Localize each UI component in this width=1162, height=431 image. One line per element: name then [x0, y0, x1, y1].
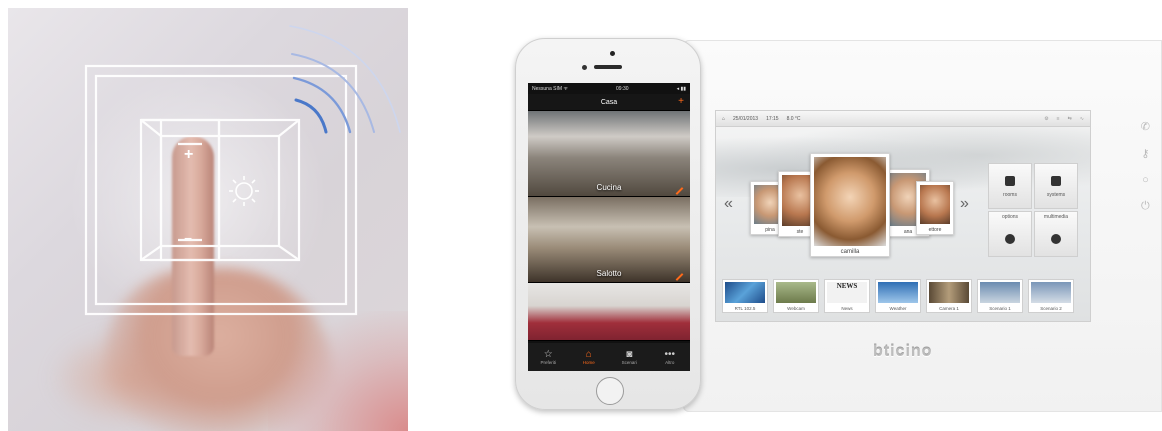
panel-display: ⌂ 25/01/2013 17:15 8.0 °C ⚙ ≡ ⇆ ∿ « » pi… — [715, 110, 1091, 322]
contact-name: camilla — [840, 249, 860, 255]
earpiece — [594, 65, 622, 69]
menu-label: options — [1001, 214, 1019, 220]
tab-label: Altro — [665, 360, 675, 365]
room-label: Cucina — [596, 183, 622, 192]
key-icon[interactable]: ⚷ — [1141, 147, 1149, 160]
thumb-caption: Weather — [889, 306, 907, 311]
home-icon: ⌂ — [585, 349, 592, 360]
multimedia-icon — [1051, 234, 1061, 244]
plus-symbol: + — [184, 146, 194, 163]
thumb-radio[interactable]: RTL 102.5 — [722, 279, 768, 313]
tab-label: Preferiti — [540, 360, 556, 365]
thumb-camera[interactable]: Camera 1 — [926, 279, 972, 313]
battery-icon: ◂ ▮▮ — [676, 85, 686, 92]
thumb-caption: Scenario 2 — [1040, 306, 1062, 311]
thumb-news[interactable]: NEWS News — [824, 279, 870, 313]
carousel-prev-button[interactable]: « — [724, 195, 733, 213]
options-icon — [1005, 234, 1015, 244]
thumb-caption: Scenario 1 — [989, 306, 1011, 311]
clock-text: 09:30 — [616, 85, 629, 92]
contact-card-selected[interactable]: camilla — [810, 153, 890, 257]
contact-photo — [814, 157, 886, 246]
menu-cards: rooms systems options multimedia — [988, 163, 1080, 259]
carrier-text: Nessuna SIM ᯤ — [532, 85, 568, 92]
menu-label: rooms — [1003, 192, 1017, 198]
switch-outline — [84, 25, 401, 316]
home-button[interactable] — [596, 377, 624, 405]
news-image: NEWS — [827, 282, 867, 303]
weather-image — [878, 282, 918, 303]
camera-image — [929, 282, 969, 303]
radio-image — [725, 282, 765, 303]
room-item-kitchen[interactable]: Cucina — [528, 111, 690, 197]
room-item-bedroom[interactable] — [528, 283, 690, 341]
thumb-scenario[interactable]: Scenario 2 — [1028, 279, 1074, 313]
app-screen: Nessuna SIM ᯤ 09:30 ◂ ▮▮ Casa + Cucina S… — [528, 83, 690, 371]
minus-symbol: − — [184, 230, 193, 246]
wireless-signal-icon — [289, 25, 401, 134]
contact-card[interactable]: ettore — [916, 181, 954, 235]
device-side-buttons: ✆ ⚷ ○ ⏻ — [1141, 120, 1150, 213]
more-icon: ••• — [664, 349, 675, 360]
sun-icon — [229, 176, 259, 206]
tab-home[interactable]: ⌂ Home — [573, 349, 605, 365]
time-text: 17:15 — [766, 115, 779, 122]
carousel-next-button[interactable]: » — [960, 195, 969, 213]
link-icon[interactable]: ⇆ — [1068, 116, 1072, 122]
add-button[interactable]: + — [678, 96, 684, 107]
camera-icon: ◙ — [626, 349, 633, 360]
smart-switch-photo: + − — [8, 8, 408, 431]
menu-label: systems — [1046, 192, 1066, 198]
thumb-webcam[interactable]: Webcam — [773, 279, 819, 313]
contact-name: ettore — [928, 227, 942, 233]
temperature-text: 8.0 °C — [786, 115, 801, 122]
thumb-caption: RTL 102.5 — [734, 306, 756, 311]
menu-rooms[interactable]: rooms — [988, 163, 1032, 209]
thumbnail-strip: RTL 102.5 Webcam NEWS News Weather Camer… — [716, 279, 1090, 313]
scenario-image — [1031, 282, 1071, 303]
menu-multimedia[interactable]: multimedia — [1034, 211, 1078, 257]
systems-icon — [1051, 176, 1061, 186]
status-bar: Nessuna SIM ᯤ 09:30 ◂ ▮▮ — [528, 83, 690, 94]
topbar-icons: ⚙ ≡ ⇆ ∿ — [1044, 116, 1084, 122]
home-icon[interactable]: ⌂ — [722, 116, 725, 122]
thumb-caption: Camera 1 — [939, 306, 959, 311]
thumb-caption: News — [841, 306, 853, 311]
menu-label: multimedia — [1043, 214, 1069, 220]
room-item-living-room[interactable]: Salotto — [528, 197, 690, 283]
intercom-icon[interactable]: ✆ — [1141, 120, 1150, 133]
webcam-image — [776, 282, 816, 303]
tab-label: Scenari — [621, 360, 637, 365]
smartphone: Nessuna SIM ᯤ 09:30 ◂ ▮▮ Casa + Cucina S… — [515, 38, 701, 410]
proximity-sensor — [582, 65, 587, 70]
thumb-scenario[interactable]: Scenario 1 — [977, 279, 1023, 313]
tab-label: Home — [582, 360, 595, 365]
circle-icon[interactable]: ○ — [1142, 174, 1149, 186]
tab-more[interactable]: ••• Altro — [654, 349, 686, 365]
power-icon[interactable]: ⏻ — [1141, 200, 1150, 213]
date-text: 25/01/2013 — [733, 115, 759, 122]
menu-options[interactable]: options — [988, 211, 1032, 257]
star-icon: ☆ — [543, 349, 553, 360]
thumb-caption: Webcam — [787, 306, 805, 311]
wifi-icon[interactable]: ∿ — [1080, 116, 1084, 122]
contact-photo — [920, 185, 950, 224]
tab-scenarios[interactable]: ◙ Scenari — [613, 349, 645, 365]
tab-bar: ☆ Preferiti ⌂ Home ◙ Scenari ••• Altro — [528, 343, 690, 371]
menu-icon[interactable]: ≡ — [1057, 116, 1060, 122]
menu-systems[interactable]: systems — [1034, 163, 1078, 209]
room-label: Salotto — [596, 269, 622, 278]
front-camera — [610, 51, 615, 56]
scenario-image — [980, 282, 1020, 303]
app-navbar: Casa + — [528, 94, 690, 111]
settings-icon[interactable]: ⚙ — [1044, 116, 1048, 122]
page-title: Casa — [600, 98, 618, 106]
panel-topbar: ⌂ 25/01/2013 17:15 8.0 °C ⚙ ≡ ⇆ ∿ — [716, 111, 1090, 127]
rooms-icon — [1005, 176, 1015, 186]
tab-favorites[interactable]: ☆ Preferiti — [532, 349, 564, 365]
thumb-weather[interactable]: Weather — [875, 279, 921, 313]
brand-logo: bticino — [873, 343, 933, 360]
